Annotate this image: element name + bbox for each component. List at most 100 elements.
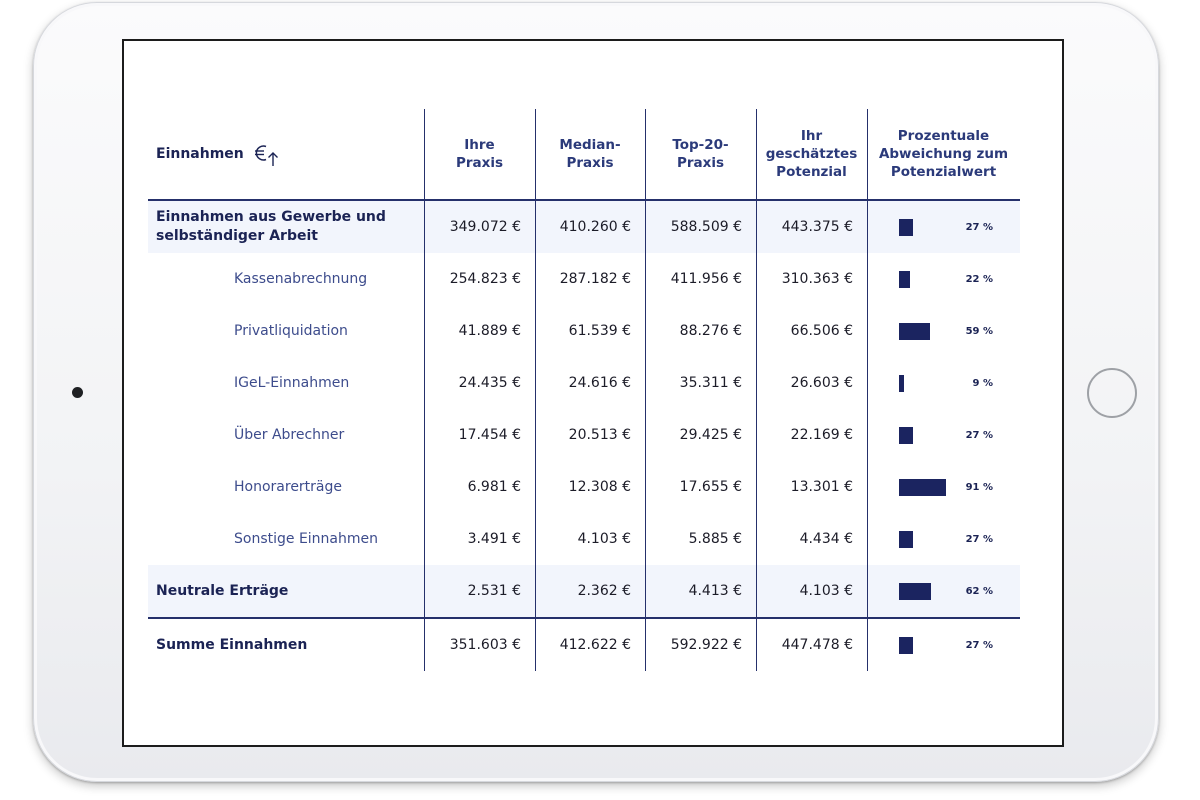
deviation-bar bbox=[899, 531, 913, 548]
header-einnahmen: Einnahmen bbox=[156, 109, 416, 199]
value-top20-praxis: 17.655 € bbox=[679, 479, 742, 495]
column-divider bbox=[867, 565, 868, 617]
column-divider bbox=[867, 513, 868, 565]
row-label: Sonstige Einnahmen bbox=[234, 530, 379, 547]
column-divider bbox=[867, 619, 868, 671]
column-divider bbox=[867, 305, 868, 357]
value-median-praxis: 412.622 € bbox=[559, 637, 631, 653]
value-ihre-praxis: 24.435 € bbox=[458, 375, 521, 391]
header-potenzial-line: Potenzial bbox=[776, 164, 847, 180]
value-potenzial: 66.506 € bbox=[790, 323, 853, 339]
value-top20-praxis: 411.956 € bbox=[670, 271, 742, 287]
header-abweichung-line: Prozentuale bbox=[897, 128, 990, 144]
header-median-praxis-line: Median- bbox=[559, 137, 621, 153]
value-ihre-praxis: 351.603 € bbox=[449, 637, 521, 653]
value-median-praxis: 287.182 € bbox=[559, 271, 631, 287]
header-ihre-praxis-line: Ihre bbox=[464, 137, 495, 153]
value-top20-praxis: 35.311 € bbox=[679, 375, 742, 391]
value-median-praxis: 4.103 € bbox=[577, 531, 631, 547]
table-row: Kassenabrechnung 254.823 € 287.182 € 411.95… bbox=[148, 253, 1020, 305]
row-label: Neutrale Erträge bbox=[156, 582, 289, 599]
row-label: Kassenabrechnung bbox=[234, 270, 368, 287]
deviation-bar bbox=[899, 323, 930, 340]
header-potenzial: Ihr geschätztes Potenzial bbox=[756, 109, 867, 199]
value-potenzial: 4.103 € bbox=[799, 583, 853, 599]
value-ihre-praxis: 41.889 € bbox=[458, 323, 521, 339]
deviation-percent: 27 % bbox=[965, 639, 993, 651]
camera-dot bbox=[72, 387, 83, 398]
table-row: Einnahmen aus Gewerbe und selbständiger … bbox=[148, 201, 1020, 253]
table-row: Über Abrechner 17.454 € 20.513 € 29.425 € 22… bbox=[148, 409, 1020, 461]
deviation-bar bbox=[899, 583, 931, 600]
column-divider bbox=[867, 409, 868, 461]
header-abweichung-line: Potenzialwert bbox=[890, 164, 997, 180]
home-button[interactable] bbox=[1087, 368, 1137, 418]
deviation-bar bbox=[899, 219, 913, 236]
value-ihre-praxis: 6.981 € bbox=[467, 479, 521, 495]
value-ihre-praxis: 3.491 € bbox=[467, 531, 521, 547]
row-label: Über Abrechner bbox=[234, 426, 345, 443]
deviation-bar bbox=[899, 637, 913, 654]
value-top20-praxis: 588.509 € bbox=[670, 219, 742, 235]
value-ihre-praxis: 254.823 € bbox=[449, 271, 521, 287]
deviation-bar bbox=[899, 375, 904, 392]
deviation-bar bbox=[899, 427, 913, 444]
header-einnahmen-label: Einnahmen bbox=[156, 146, 244, 162]
table-header: Einnahmen Ihre Praxis Median- Praxis Top-20-… bbox=[148, 109, 1020, 201]
header-potenzial-line: Ihr bbox=[800, 128, 823, 144]
deviation-percent: 91 % bbox=[965, 481, 993, 493]
value-potenzial: 310.363 € bbox=[781, 271, 853, 287]
column-divider bbox=[867, 461, 868, 513]
row-label: Einnahmen aus Gewerbe und selbständiger … bbox=[156, 209, 386, 244]
table-row: Privatliquidation 41.889 € 61.539 € 88.276 … bbox=[148, 305, 1020, 357]
value-ihre-praxis: 349.072 € bbox=[449, 219, 521, 235]
value-top20-praxis: 88.276 € bbox=[679, 323, 742, 339]
value-median-praxis: 2.362 € bbox=[577, 583, 631, 599]
header-ihre-praxis: Ihre Praxis bbox=[424, 109, 535, 199]
value-potenzial: 4.434 € bbox=[799, 531, 853, 547]
value-ihre-praxis: 17.454 € bbox=[458, 427, 521, 443]
value-potenzial: 22.169 € bbox=[790, 427, 853, 443]
deviation-percent: 27 % bbox=[965, 533, 993, 545]
value-median-praxis: 410.260 € bbox=[559, 219, 631, 235]
header-abweichung: Prozentuale Abweichung zum Potenzialwert bbox=[867, 109, 1020, 199]
table-row: IGeL-Einnahmen 24.435 € 24.616 € 35.311 € 26… bbox=[148, 357, 1020, 409]
table-row: Honorarerträge 6.981 € 12.308 € 17.655 € 13.… bbox=[148, 461, 1020, 513]
row-label: Honorarerträge bbox=[234, 478, 343, 495]
header-top20-praxis-line: Top-20- bbox=[672, 137, 729, 153]
deviation-percent: 62 % bbox=[965, 585, 993, 597]
header-abweichung-line: Abweichung zum bbox=[878, 146, 1009, 162]
deviation-bar bbox=[899, 271, 910, 288]
euro-up-arrow-icon bbox=[252, 141, 282, 167]
value-potenzial: 13.301 € bbox=[790, 479, 853, 495]
value-potenzial: 26.603 € bbox=[790, 375, 853, 391]
table-row: Sonstige Einnahmen 3.491 € 4.103 € 5.885 € 4… bbox=[148, 513, 1020, 565]
deviation-percent: 9 % bbox=[972, 377, 993, 389]
row-label: Privatliquidation bbox=[234, 322, 348, 339]
value-potenzial: 447.478 € bbox=[781, 637, 853, 653]
tablet-screen: Einnahmen Ihre Praxis Median- Praxis Top-20-… bbox=[122, 39, 1064, 747]
value-top20-praxis: 5.885 € bbox=[688, 531, 742, 547]
income-table: Einnahmen Ihre Praxis Median- Praxis Top-20-… bbox=[148, 109, 1020, 671]
value-ihre-praxis: 2.531 € bbox=[467, 583, 521, 599]
deviation-percent: 59 % bbox=[965, 325, 993, 337]
value-median-praxis: 12.308 € bbox=[568, 479, 631, 495]
value-top20-praxis: 29.425 € bbox=[679, 427, 742, 443]
table-body: Einnahmen aus Gewerbe und selbständiger … bbox=[148, 201, 1020, 671]
value-median-praxis: 24.616 € bbox=[568, 375, 631, 391]
header-potenzial-line: geschätztes bbox=[765, 146, 858, 162]
table-row: Neutrale Erträge 2.531 € 2.362 € 4.413 € 4.1… bbox=[148, 565, 1020, 617]
deviation-percent: 27 % bbox=[965, 429, 993, 441]
table-row: Summe Einnahmen 351.603 € 412.622 € 592.922… bbox=[148, 617, 1020, 671]
value-top20-praxis: 592.922 € bbox=[670, 637, 742, 653]
deviation-percent: 27 % bbox=[965, 221, 993, 233]
value-top20-praxis: 4.413 € bbox=[688, 583, 742, 599]
header-median-praxis-line: Praxis bbox=[566, 155, 614, 171]
header-top20-praxis: Top-20- Praxis bbox=[645, 109, 756, 199]
row-label: Summe Einnahmen bbox=[156, 636, 308, 653]
column-divider bbox=[867, 357, 868, 409]
row-label: IGeL-Einnahmen bbox=[234, 374, 350, 391]
column-divider bbox=[867, 201, 868, 253]
value-potenzial: 443.375 € bbox=[781, 219, 853, 235]
column-divider bbox=[867, 253, 868, 305]
